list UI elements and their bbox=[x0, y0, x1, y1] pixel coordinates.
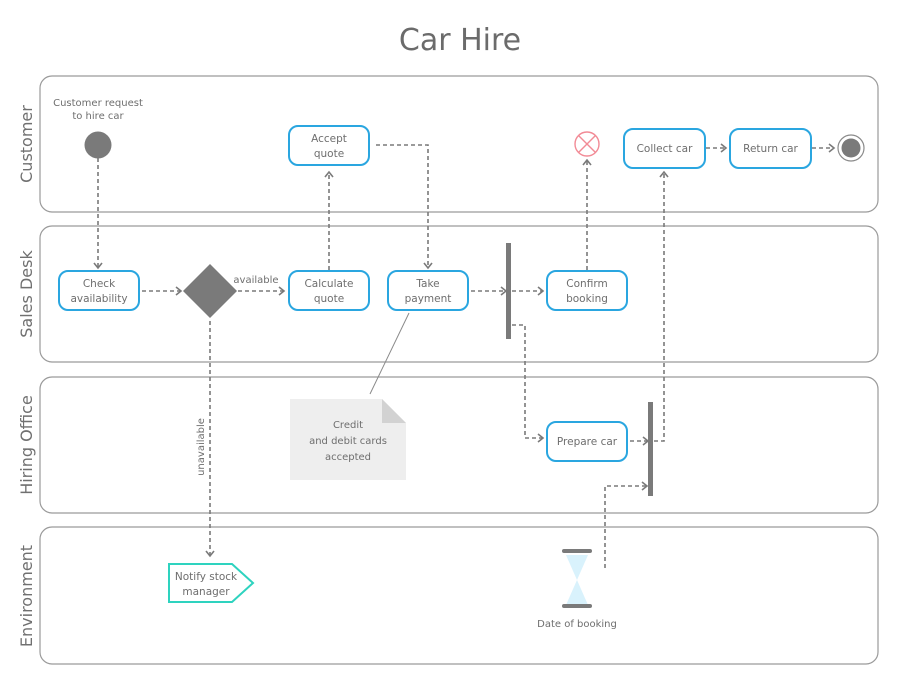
guard-unavailable: unavailable bbox=[196, 418, 207, 476]
lane-hiring-office-label: Hiring Office bbox=[17, 395, 36, 495]
action-label: payment bbox=[405, 293, 452, 305]
lane-environment: Environment bbox=[17, 526, 879, 665]
hourglass-icon bbox=[562, 549, 592, 553]
action-label: quote bbox=[314, 293, 344, 305]
activity-diagram: Car Hire Customer Sales Desk Hiring Offi… bbox=[17, 23, 879, 665]
initial-node-icon bbox=[84, 131, 112, 159]
action-label: Collect car bbox=[637, 143, 693, 155]
signal-label: manager bbox=[182, 586, 230, 598]
lane-environment-box bbox=[39, 526, 879, 665]
fork-bar bbox=[506, 243, 511, 339]
start-label-line2: to hire car bbox=[72, 111, 124, 122]
lane-environment-label: Environment bbox=[17, 545, 36, 647]
signal-label: Notify stock bbox=[175, 571, 238, 583]
diagram-title: Car Hire bbox=[399, 23, 521, 58]
lane-customer-label: Customer bbox=[17, 105, 36, 183]
lane-hiring-office: Hiring Office bbox=[17, 376, 879, 514]
action-label: Accept bbox=[311, 133, 347, 145]
action-check-availability[interactable]: Check availability bbox=[58, 270, 140, 311]
action-label: Take bbox=[415, 278, 439, 290]
flow-final-node[interactable] bbox=[574, 131, 600, 157]
action-confirm-booking[interactable]: Confirm booking bbox=[546, 270, 628, 311]
action-label: Check bbox=[83, 278, 116, 290]
final-node-dot-icon bbox=[841, 138, 861, 158]
action-label: Confirm bbox=[566, 278, 607, 290]
lane-sales-desk-label: Sales Desk bbox=[17, 250, 36, 338]
note-payment: Credit and debit cards accepted bbox=[290, 399, 406, 480]
action-label: Return car bbox=[743, 143, 798, 155]
lane-hiring-office-box bbox=[39, 376, 879, 514]
action-take-payment[interactable]: Take payment bbox=[387, 270, 469, 311]
action-label: quote bbox=[314, 148, 344, 160]
note-text: and debit cards bbox=[309, 436, 387, 447]
action-return-car[interactable]: Return car bbox=[729, 128, 812, 169]
action-collect-car[interactable]: Collect car bbox=[623, 128, 706, 169]
note-text: accepted bbox=[325, 452, 371, 463]
timer-label: Date of booking bbox=[537, 619, 617, 630]
action-accept-quote[interactable]: Accept quote bbox=[288, 125, 370, 166]
hourglass-base bbox=[562, 604, 592, 608]
join-bar bbox=[648, 402, 653, 496]
start-label-line1: Customer request bbox=[53, 98, 143, 109]
guard-available: available bbox=[233, 275, 278, 286]
action-label: booking bbox=[566, 293, 608, 305]
action-label: Calculate bbox=[304, 278, 353, 290]
action-prepare-car[interactable]: Prepare car bbox=[546, 421, 628, 462]
action-label: availability bbox=[70, 293, 127, 305]
activity-final-node[interactable] bbox=[837, 134, 865, 162]
action-calculate-quote[interactable]: Calculate quote bbox=[288, 270, 370, 311]
note-text: Credit bbox=[333, 420, 363, 431]
action-label: Prepare car bbox=[557, 436, 618, 448]
